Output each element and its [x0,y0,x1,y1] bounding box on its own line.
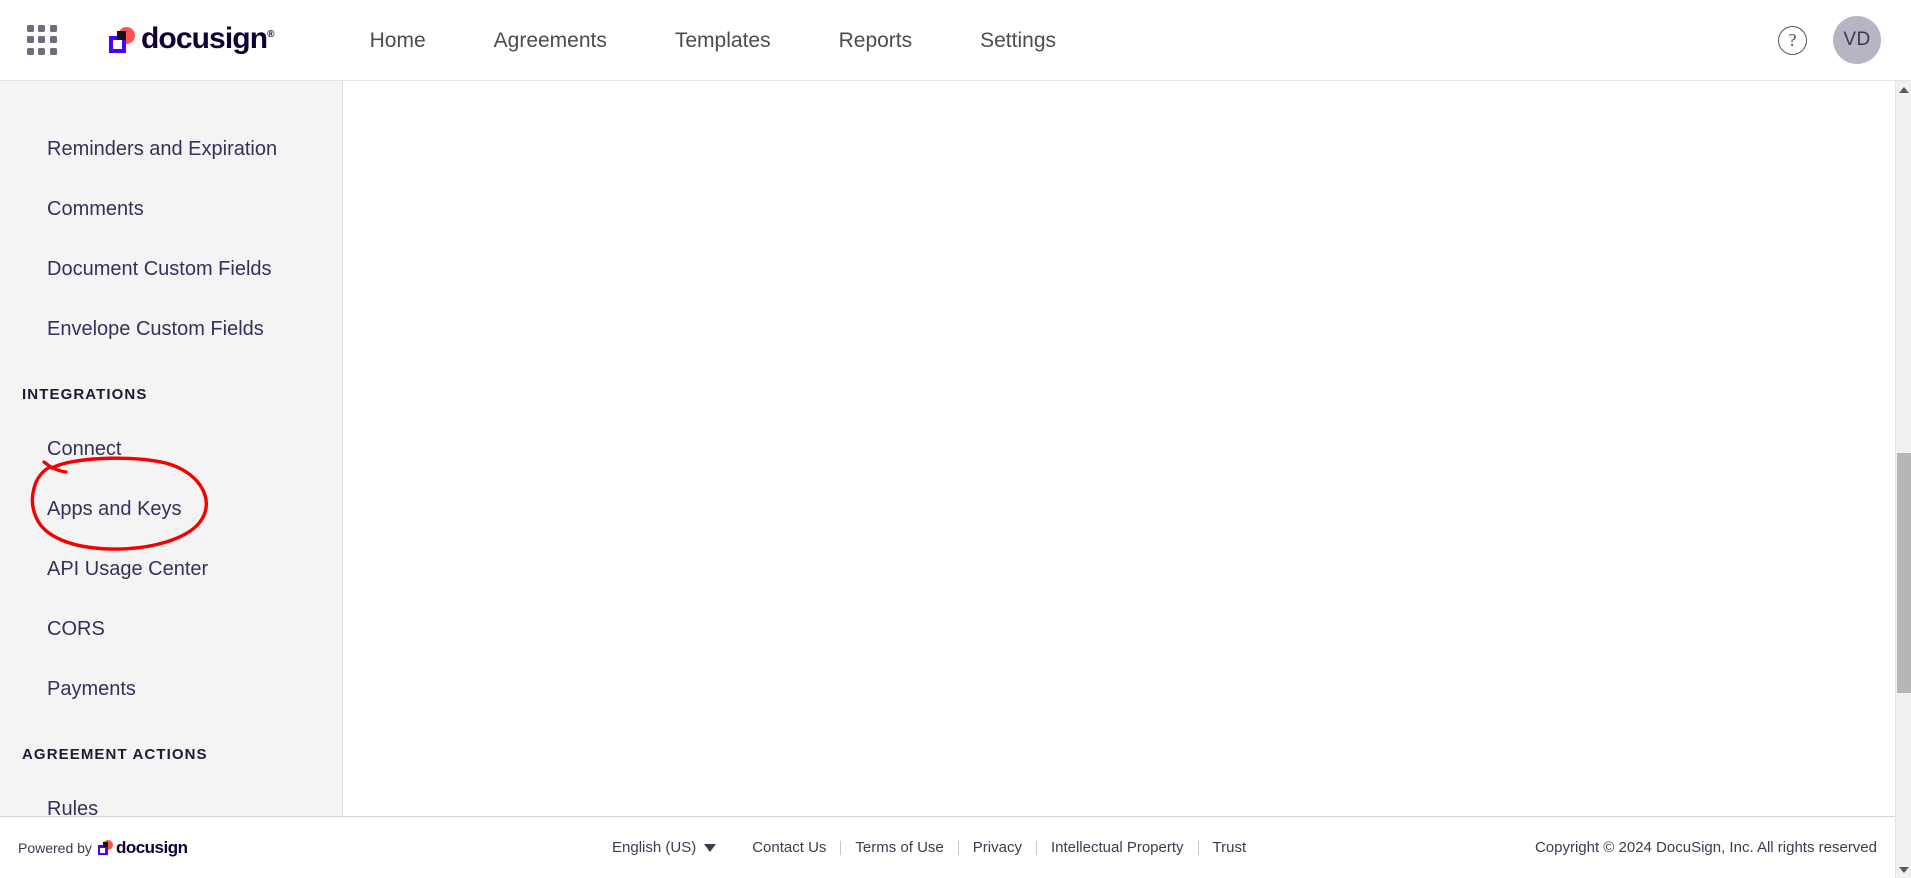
docusign-logo[interactable]: docusign® [109,20,275,60]
sidebar-item-apps-and-keys[interactable]: Apps and Keys [0,479,342,539]
sidebar-item-api-usage-center[interactable]: API Usage Center [0,539,342,599]
sidebar-item-document-custom-fields[interactable]: Document Custom Fields [0,239,342,299]
grid-dot [38,36,46,44]
settings-sidebar: Reminders and Expiration Comments Docume… [0,81,343,816]
nav-right-actions: ? VD [1778,16,1911,64]
footer-link-contact-us[interactable]: Contact Us [738,839,840,856]
nav-item-templates[interactable]: Templates [641,0,805,81]
sidebar-item-payments[interactable]: Payments [0,659,342,719]
sidebar-item-reminders-and-expiration[interactable]: Reminders and Expiration [0,119,342,179]
powered-by-label: Powered by [18,839,92,856]
sidebar-item-comments[interactable]: Comments [0,179,342,239]
powered-by-brand: docusign [115,837,188,857]
footer-link-privacy[interactable]: Privacy [959,839,1036,856]
scroll-up-arrow[interactable] [1896,81,1911,98]
sidebar-item-envelope-custom-fields[interactable]: Envelope Custom Fields [0,299,342,359]
page-footer: Powered by docusign English (US) Contact… [0,816,1895,878]
footer-links: English (US) Contact Us Terms of Use Pri… [612,839,1260,856]
top-navigation-bar: docusign® Home Agreements Templates Repo… [0,0,1911,81]
language-selector-label: English (US) [612,839,697,856]
grid-dot [38,25,46,32]
chevron-down-icon [704,843,717,852]
brand-wordmark: docusign® [141,22,275,55]
sidebar-item-cutoff[interactable] [0,81,342,119]
avatar[interactable]: VD [1833,16,1881,64]
brand-trademark: ® [267,29,274,40]
nav-item-home[interactable]: Home [336,0,460,81]
sidebar-item-rules[interactable]: Rules [0,779,342,816]
footer-link-trust[interactable]: Trust [1199,839,1261,856]
sidebar-heading-agreement-actions: AGREEMENT ACTIONS [22,746,208,763]
sidebar-heading-integrations: INTEGRATIONS [22,386,148,403]
docusign-mark-icon [109,27,135,53]
apps-grid-icon[interactable] [27,25,57,55]
footer-link-terms-of-use[interactable]: Terms of Use [841,839,957,856]
language-selector[interactable]: English (US) [612,839,717,856]
powered-by-docusign: Powered by docusign [18,838,188,858]
main-content-area [343,81,1895,816]
grid-dot [49,47,57,55]
nav-item-reports[interactable]: Reports [805,0,947,81]
page-body: Reminders and Expiration Comments Docume… [0,81,1895,816]
grid-dot [38,47,46,55]
grid-dot [27,25,34,32]
grid-dot [49,25,57,32]
sidebar-item-connect[interactable]: Connect [0,419,342,479]
page-scrollbar[interactable] [1895,81,1911,878]
grid-dot [27,36,34,44]
scrollbar-thumb[interactable] [1897,453,1911,693]
nav-item-agreements[interactable]: Agreements [460,0,641,81]
copyright-text: Copyright © 2024 DocuSign, Inc. All righ… [1534,839,1877,856]
primary-nav: Home Agreements Templates Reports Settin… [336,0,1090,80]
grid-dot [49,36,57,44]
grid-dot [27,47,34,55]
help-icon[interactable]: ? [1778,25,1807,55]
footer-link-intellectual-property[interactable]: Intellectual Property [1037,839,1198,856]
nav-item-settings[interactable]: Settings [946,0,1090,81]
docusign-settings-page: docusign® Home Agreements Templates Repo… [0,0,1911,878]
sidebar-scroll-region: Reminders and Expiration Comments Docume… [0,81,342,816]
scroll-down-arrow[interactable] [1896,861,1911,878]
sidebar-item-cors[interactable]: CORS [0,599,342,659]
docusign-mark-icon-small [97,840,113,855]
